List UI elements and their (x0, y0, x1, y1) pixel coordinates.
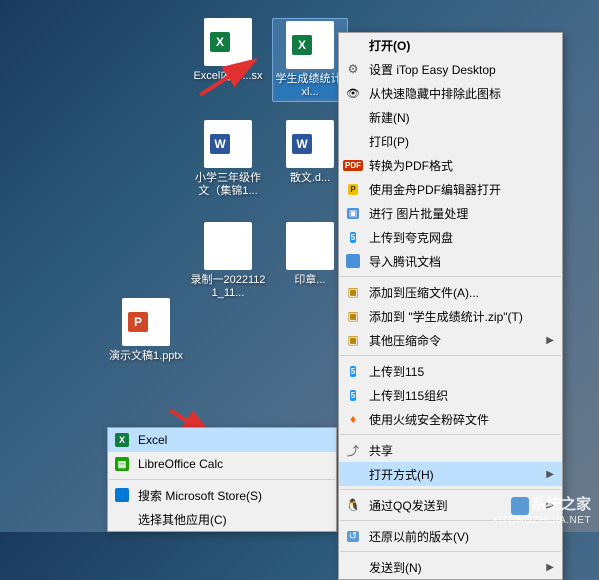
context-menu-item[interactable]: 5 上传到115 (339, 359, 562, 383)
desktop-icon-label: 印章... (272, 274, 348, 287)
menu-separator (340, 355, 561, 356)
blank-icon (343, 133, 363, 149)
desktop-icon-label: Excel内容...sx (190, 70, 266, 83)
libre-icon: ▤ (112, 456, 132, 472)
open-with-submenu[interactable]: X Excel ▤ LibreOffice Calc 搜索 Microsoft Stor… (107, 427, 337, 532)
gear-icon (343, 61, 363, 77)
zip-icon: ▣ (343, 284, 363, 300)
menu-item-label: 打印(P) (369, 133, 554, 150)
desktop-icon-label: 散文.d... (272, 172, 348, 185)
menu-separator (109, 479, 335, 480)
desktop-file-thumb[interactable]: 印章... (272, 222, 348, 287)
context-menu-item[interactable]: PDF 转换为PDF格式 (339, 153, 562, 177)
context-menu-item[interactable]: 发送到(N)▶ (339, 555, 562, 579)
menu-item-label: LibreOffice Calc (138, 457, 328, 471)
menu-item-label: Excel (138, 433, 328, 447)
menu-separator (340, 434, 561, 435)
desktop-icon-label: 演示文稿1.pptx (108, 350, 184, 363)
eye-icon (343, 85, 363, 101)
context-menu-item[interactable]: P 使用金舟PDF编辑器打开 (339, 177, 562, 201)
menu-item-label: 导入腾讯文档 (369, 253, 554, 270)
tencent-icon (343, 253, 363, 269)
115-icon: 5 (343, 387, 363, 403)
context-menu-item[interactable]: 设置 iTop Easy Desktop (339, 57, 562, 81)
menu-item-label: 新建(N) (369, 109, 554, 126)
context-menu-item[interactable]: 导入腾讯文档 (339, 249, 562, 273)
open-with-item[interactable]: 选择其他应用(C) (108, 507, 336, 531)
desktop-icon-label: 学生成绩统计.xl... (275, 73, 345, 99)
menu-separator (340, 276, 561, 277)
menu-item-label: 从快速隐藏中排除此图标 (369, 85, 554, 102)
blank-icon (343, 559, 363, 575)
context-menu-item[interactable]: 5 上传到夸克网盘 (339, 225, 562, 249)
context-menu-item[interactable]: 打开方式(H)▶ (339, 462, 562, 486)
menu-item-label: 打开(O) (369, 37, 554, 54)
desktop-icon-label: 录制一20221121_11... (190, 274, 266, 300)
fire-icon: ♦ (343, 411, 363, 427)
submenu-arrow-icon: ▶ (546, 562, 554, 573)
menu-item-label: 上传到夸克网盘 (369, 229, 554, 246)
desktop-file-excel[interactable]: XExcel内容...sx (190, 18, 266, 83)
menu-item-label: 选择其他应用(C) (138, 511, 328, 528)
clock-icon: ↺ (343, 528, 363, 544)
menu-item-label: 还原以前的版本(V) (369, 528, 554, 545)
blank-icon (112, 511, 132, 527)
share-icon: ⤴ (343, 442, 363, 458)
context-menu-item[interactable]: 5 上传到115组织 (339, 383, 562, 407)
desktop-file-word[interactable]: W小学三年级作文（集锦1... (190, 120, 266, 198)
context-menu-item[interactable]: 打开(O) (339, 33, 562, 57)
blank-icon (343, 109, 363, 125)
115-icon: 5 (343, 363, 363, 379)
menu-item-label: 转换为PDF格式 (369, 157, 554, 174)
open-with-item[interactable]: 搜索 Microsoft Store(S) (108, 483, 336, 507)
menu-item-label: 使用火绒安全粉碎文件 (369, 411, 554, 428)
zip-icon: ▣ (343, 308, 363, 324)
context-menu-item[interactable]: ▣ 添加到压缩文件(A)... (339, 280, 562, 304)
open-with-item[interactable]: ▤ LibreOffice Calc (108, 452, 336, 476)
context-menu-item[interactable]: 新建(N) (339, 105, 562, 129)
blank-icon (343, 466, 363, 482)
qq-icon: 🐧 (343, 497, 363, 513)
desktop-file-thumb[interactable]: 录制一20221121_11... (190, 222, 266, 300)
context-menu-item[interactable]: 打印(P) (339, 129, 562, 153)
excel-icon: X (112, 432, 132, 448)
menu-item-label: 进行 图片批量处理 (369, 205, 554, 222)
menu-item-label: 共享 (369, 442, 554, 459)
desktop-icon-label: 小学三年级作文（集锦1... (190, 172, 266, 198)
menu-item-label: 打开方式(H) (369, 466, 546, 483)
menu-item-label: 设置 iTop Easy Desktop (369, 61, 554, 78)
115-icon: 5 (343, 229, 363, 245)
submenu-arrow-icon: ▶ (546, 335, 554, 346)
desktop-file-ppt[interactable]: P演示文稿1.pptx (108, 298, 184, 363)
pdf2-icon: P (343, 181, 363, 197)
desktop-file-excel[interactable]: X学生成绩统计.xl... (272, 18, 348, 102)
watermark: 系统之家 XITONGZHIJIA.NET (492, 493, 592, 526)
menu-item-label: 上传到115 (369, 363, 554, 380)
context-menu-item[interactable]: ♦ 使用火绒安全粉碎文件 (339, 407, 562, 431)
context-menu-item[interactable]: ▣ 添加到 "学生成绩统计.zip"(T) (339, 304, 562, 328)
img-icon: ▣ (343, 205, 363, 221)
menu-separator (340, 551, 561, 552)
menu-item-label: 添加到 "学生成绩统计.zip"(T) (369, 308, 554, 325)
zip-icon: ▣ (343, 332, 363, 348)
desktop-file-word[interactable]: W散文.d... (272, 120, 348, 185)
menu-item-label: 使用金舟PDF编辑器打开 (369, 181, 554, 198)
menu-separator (340, 489, 561, 490)
menu-item-label: 发送到(N) (369, 559, 546, 576)
menu-item-label: 其他压缩命令 (369, 332, 546, 349)
menu-item-label: 添加到压缩文件(A)... (369, 284, 554, 301)
context-menu-item[interactable]: ▣ 其他压缩命令▶ (339, 328, 562, 352)
context-menu-item[interactable]: 从快速隐藏中排除此图标 (339, 81, 562, 105)
menu-item-label: 搜索 Microsoft Store(S) (138, 487, 328, 504)
open-with-item[interactable]: X Excel (108, 428, 336, 452)
store-icon (112, 487, 132, 503)
menu-item-label: 上传到115组织 (369, 387, 554, 404)
pdf-icon: PDF (343, 157, 363, 173)
context-menu-item[interactable]: ↺ 还原以前的版本(V) (339, 524, 562, 548)
context-menu-item[interactable]: ⤴ 共享 (339, 438, 562, 462)
submenu-arrow-icon: ▶ (546, 469, 554, 480)
blank-icon (343, 37, 363, 53)
context-menu-item[interactable]: ▣ 进行 图片批量处理 (339, 201, 562, 225)
